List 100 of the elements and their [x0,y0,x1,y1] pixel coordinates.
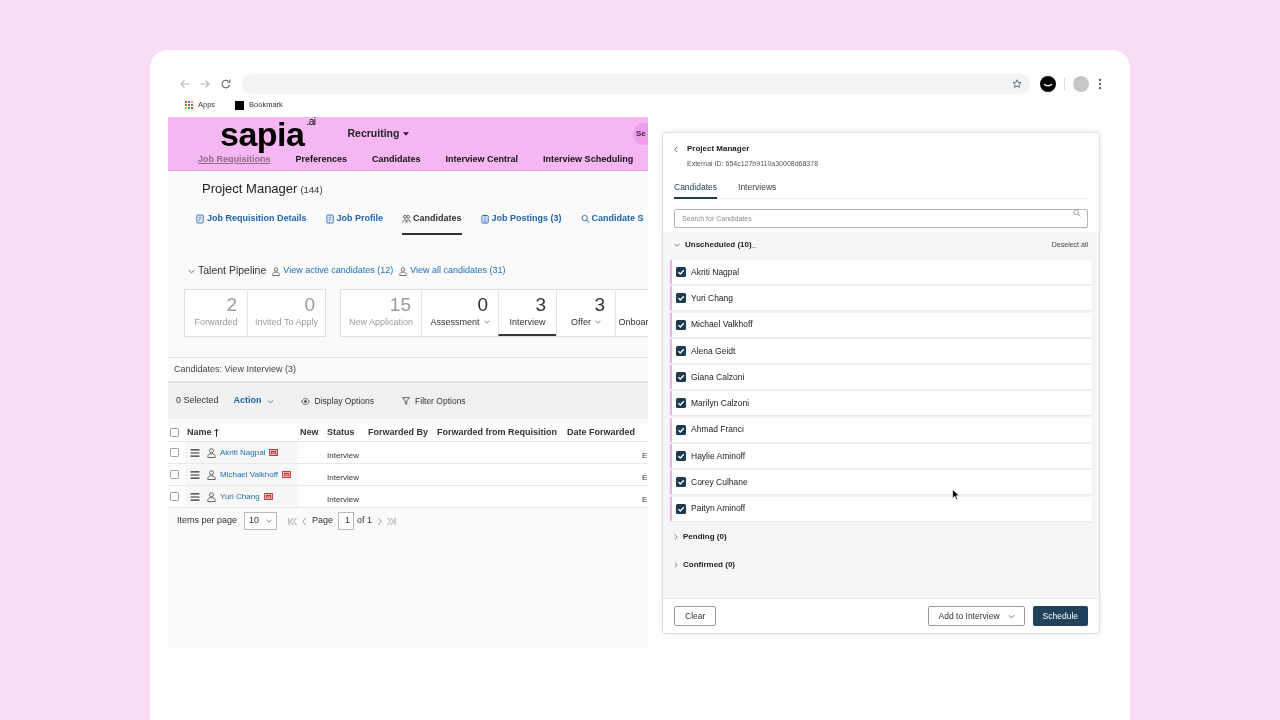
people-icon [402,214,412,224]
column-header[interactable]: Status [327,425,355,440]
add-to-interview-button[interactable]: Add to Interview [927,606,1025,626]
row-checkbox[interactable] [170,492,179,501]
table-cell: Interview [327,472,359,482]
search-icon[interactable] [1073,209,1081,217]
document-icon [325,214,335,224]
table-cell: Interview [327,494,359,504]
clear-button[interactable]: Clear [674,606,717,626]
candidates-link[interactable]: View active candidates (12) [272,264,394,278]
chevron-right-icon[interactable] [674,561,678,568]
caret-icon [403,131,410,136]
star-icon[interactable] [1012,79,1022,89]
column-header[interactable]: New [300,425,319,440]
person-icon [207,447,216,458]
candidate-checkbox[interactable] [676,293,686,304]
candidate-name: Giana Calzoni [691,370,745,384]
eye-icon [300,397,310,405]
row-checkbox[interactable] [170,448,179,457]
chevron-down-icon [266,398,274,404]
candidate-checkbox[interactable] [676,424,686,435]
drag-handle-icon[interactable] [190,448,200,457]
candidate-name: Ahmad Franci [691,423,744,437]
candidate-name: Corey Culhane [691,476,748,489]
candidate-checkbox[interactable] [676,319,686,330]
group-title[interactable]: Pending (0) [683,530,727,543]
schedule-button[interactable]: Schedule [1032,606,1088,626]
page-tab[interactable]: Candidate S [580,205,644,235]
pipeline-stage-tab[interactable]: 0 Assessment [421,290,498,336]
smiley-extension-icon[interactable] [1040,76,1056,92]
candidate-name: Akriti Nagpal [691,265,740,279]
apps-grid-icon [185,101,193,109]
drag-handle-icon[interactable] [190,470,200,479]
page-tab[interactable]: Job Requisition Details [196,205,307,235]
candidate-name: Alena Geidt [691,344,736,358]
items-per-page-select[interactable]: 10 [244,512,278,530]
chevron-right-icon[interactable] [674,533,678,540]
nav-link[interactable]: Candidates [372,153,421,167]
candidate-checkbox[interactable] [676,372,686,383]
selected-count: 0 Selected [176,394,219,408]
more-menu-icon[interactable] [1098,78,1102,90]
page-title: Project Manager [202,181,298,197]
table-cell: E [642,450,648,460]
person-icon [272,266,281,276]
panel-tab[interactable]: Interviews [738,180,777,199]
group-title[interactable]: Confirmed (0) [683,558,735,571]
sort-ascending-icon[interactable] [213,428,219,437]
candidate-checkbox[interactable] [676,398,686,409]
person-icon [399,266,408,276]
pipeline-stage-tab[interactable]: Onboar [615,290,648,336]
pipeline-stage-tab[interactable]: 3 Offer [556,290,615,336]
candidate-name: Marilyn Calzoni [691,397,750,410]
section-title: Talent Pipeline [198,263,267,279]
page-tab[interactable]: Candidates [402,205,462,235]
nav-link[interactable]: Interview Central [445,153,519,167]
list-title: Candidates: View Interview (3) [174,362,296,376]
reload-icon[interactable] [221,79,231,89]
bookmark-square-icon [235,100,245,110]
clipboard-icon [480,214,490,224]
candidates-link[interactable]: View all candidates (31) [399,264,506,278]
row-checkbox[interactable] [170,470,179,479]
column-header[interactable]: Forwarded By [368,425,428,440]
candidate-count: (144) [300,183,323,197]
page-tab[interactable]: Job Postings (3) [480,205,562,235]
chevron-down-icon[interactable] [674,243,680,247]
nav-link[interactable]: Preferences [295,153,348,167]
search-button[interactable]: Se [633,122,648,145]
chevron-down-icon [266,519,273,523]
group-title[interactable]: Unscheduled (10)_ [685,239,757,251]
person-icon [207,491,216,502]
candidate-checkbox[interactable] [676,503,686,514]
page-input[interactable]: 1 [338,512,355,530]
candidate-checkbox[interactable] [676,345,686,356]
pipeline-stage-tab[interactable]: 3 Interview [498,290,556,336]
column-header[interactable]: Name [187,425,212,440]
document-badge-icon[interactable] [269,449,279,456]
items-per-page-label: Items per page [177,514,238,528]
display-options-button[interactable]: Display Options [300,394,375,408]
candidate-name: Michael Valkhoff [691,318,753,331]
nav-link[interactable]: Interview Scheduling [543,153,634,167]
drag-handle-icon[interactable] [190,492,200,501]
product-menu[interactable]: Recruiting [347,125,410,142]
column-header[interactable]: Date Forwarded [567,425,635,440]
column-header[interactable]: Forwarded from Requisition [437,425,557,440]
candidate-checkbox[interactable] [676,477,686,488]
panel-title: Project Manager [687,143,750,155]
chevron-down-icon[interactable] [188,268,195,274]
action-menu[interactable]: Action [233,394,274,408]
filter-options-button[interactable]: Filter Options [402,394,466,408]
page-tab[interactable]: Job Profile [325,205,384,235]
search-icon [580,214,590,224]
panel-tab[interactable]: Candidates [674,180,717,199]
select-all-checkbox[interactable] [170,428,179,437]
person-icon [207,469,216,480]
back-chevron-icon[interactable] [674,145,678,153]
document-badge-icon[interactable] [263,493,273,500]
candidate-checkbox[interactable] [676,451,686,462]
document-badge-icon[interactable] [281,471,291,478]
chevron-down-icon [1007,613,1015,619]
candidate-checkbox[interactable] [676,267,686,277]
